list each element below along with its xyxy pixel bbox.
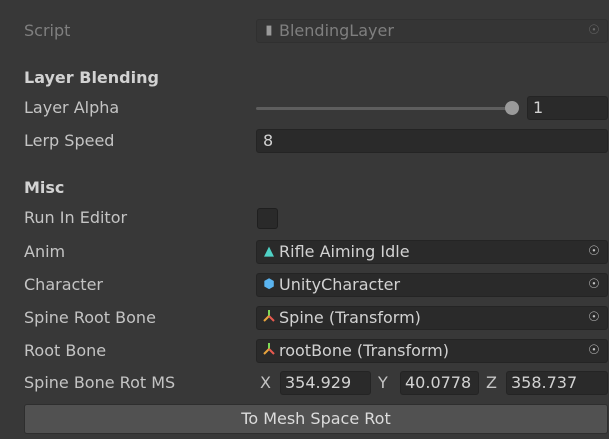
layer-blending-header: Layer Blending xyxy=(24,68,159,87)
rot-x-input[interactable]: 354.929 xyxy=(280,371,371,395)
object-picker-icon[interactable]: ☉ xyxy=(587,344,601,358)
run-in-editor-label: Run In Editor xyxy=(24,208,128,227)
spine-root-bone-value: Spine (Transform) xyxy=(279,308,421,327)
script-label: Script xyxy=(24,21,71,40)
rot-z-input[interactable]: 358.737 xyxy=(506,371,608,395)
lerp-speed-input[interactable]: 8 xyxy=(256,129,608,153)
spine-root-bone-row: Spine Root Bone Spine (Transform) ☉ xyxy=(0,305,609,331)
transform-icon xyxy=(261,307,277,329)
root-bone-field[interactable]: rootBone (Transform) ☉ xyxy=(256,339,608,363)
layer-alpha-row: Layer Alpha 1 xyxy=(0,95,609,121)
run-in-editor-checkbox[interactable] xyxy=(257,208,278,229)
prefab-cube-icon: ⬢ xyxy=(263,277,275,292)
script-row: Script ▮ BlendingLayer ☉ xyxy=(0,18,609,44)
anim-field[interactable]: ▲ Rifle Aiming Idle ☉ xyxy=(256,240,608,264)
anim-row: Anim ▲ Rifle Aiming Idle ☉ xyxy=(0,239,609,265)
root-bone-row: Root Bone rootBone (Transform) ☉ xyxy=(0,338,609,364)
root-bone-value: rootBone (Transform) xyxy=(279,341,449,360)
run-in-editor-row: Run In Editor xyxy=(0,205,609,231)
z-axis-label: Z xyxy=(486,373,497,392)
script-value: BlendingLayer xyxy=(279,21,394,40)
layer-alpha-slider-track[interactable] xyxy=(256,107,512,110)
anim-value: Rifle Aiming Idle xyxy=(279,242,410,261)
object-picker-icon[interactable]: ☉ xyxy=(587,278,601,292)
object-picker-icon[interactable]: ☉ xyxy=(587,311,601,325)
lerp-speed-label: Lerp Speed xyxy=(24,131,115,150)
animation-clip-icon: ▲ xyxy=(264,244,274,259)
misc-header: Misc xyxy=(24,178,65,197)
spine-root-bone-label: Spine Root Bone xyxy=(24,308,156,327)
to-mesh-space-rot-button[interactable]: To Mesh Space Rot xyxy=(24,404,608,434)
spine-bone-rot-ms-label: Spine Bone Rot MS xyxy=(24,373,176,392)
spine-root-bone-field[interactable]: Spine (Transform) ☉ xyxy=(256,306,608,330)
spine-bone-rot-ms-row: Spine Bone Rot MS X 354.929 Y 40.0778 Z … xyxy=(0,370,609,396)
x-axis-label: X xyxy=(260,373,271,392)
character-label: Character xyxy=(24,275,103,294)
character-value: UnityCharacter xyxy=(279,275,401,294)
object-picker-icon[interactable]: ☉ xyxy=(587,24,601,38)
script-file-icon: ▮ xyxy=(265,23,273,38)
layer-alpha-slider-thumb[interactable] xyxy=(505,101,519,115)
object-picker-icon[interactable]: ☉ xyxy=(587,245,601,259)
lerp-speed-row: Lerp Speed 8 xyxy=(0,128,609,154)
layer-alpha-input[interactable]: 1 xyxy=(527,96,608,120)
y-axis-label: Y xyxy=(378,373,388,392)
character-row: Character ⬢ UnityCharacter ☉ xyxy=(0,272,609,298)
layer-alpha-label: Layer Alpha xyxy=(24,98,120,117)
anim-label: Anim xyxy=(24,242,66,261)
script-field[interactable]: ▮ BlendingLayer ☉ xyxy=(256,19,608,43)
root-bone-label: Root Bone xyxy=(24,341,107,360)
inspector-panel: Script ▮ BlendingLayer ☉ Layer Blending L… xyxy=(0,0,609,439)
transform-icon xyxy=(261,340,277,362)
character-field[interactable]: ⬢ UnityCharacter ☉ xyxy=(256,273,608,297)
rot-y-input[interactable]: 40.0778 xyxy=(400,371,479,395)
